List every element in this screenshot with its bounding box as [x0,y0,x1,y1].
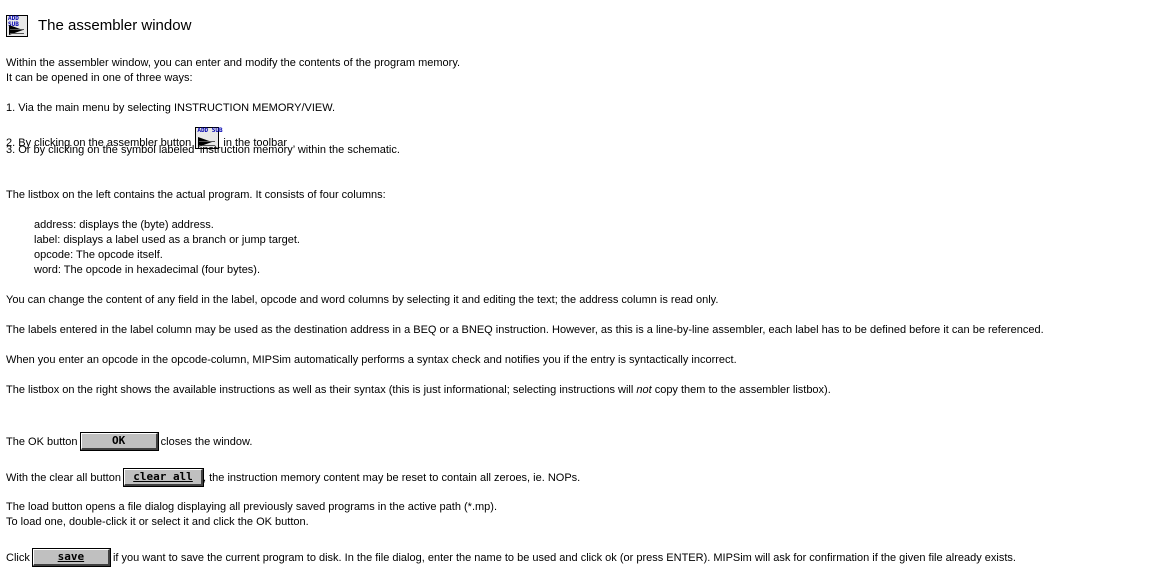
right-listbox-text-before: The listbox on the right shows the avail… [6,384,637,396]
paragraph-load-2: To load one, double-click it or select i… [6,516,309,528]
column-label: label: displays a label used as a branch… [34,234,300,246]
paragraph-clear-all: With the clear all button clear all, the… [6,468,581,487]
intro-line-2: It can be opened in one of three ways: [6,72,193,84]
assembler-icon-label: ADD SUB [197,127,223,134]
assembler-icon: ADD SUB [6,15,28,37]
save-text-before: Click [6,552,33,564]
intro-line-1: Within the assembler window, you can ent… [6,57,461,69]
clear-all-button[interactable]: clear all [123,468,205,487]
right-listbox-emphasis: not [636,384,652,396]
right-listbox-text-after: copy them to the assembler listbox). [651,384,831,396]
page-title: The assembler window [38,17,192,34]
page-header: ADD SUB The assembler window [6,13,191,39]
ok-text-before: The OK button [6,436,81,448]
paragraph-change: You can change the content of any field … [6,294,719,306]
save-text-after: if you want to save the current program … [109,552,1016,564]
ok-text-after: closes the window. [157,436,253,448]
paragraph-right-listbox: The listbox on the right shows the avail… [6,383,831,397]
way-2: 2. By clicking on the assembler button A… [6,127,287,149]
lines-icon [10,29,24,34]
way-1: 1. Via the main menu by selecting INSTRU… [6,102,336,114]
paragraph-labels: The labels entered in the label column m… [6,324,1044,336]
save-button[interactable]: save [31,548,111,567]
paragraph-save: Click save if you want to save the curre… [6,548,1016,567]
column-word: word: The opcode in hexadecimal (four by… [34,264,261,276]
paragraph-load-1: The load button opens a file dialog disp… [6,501,497,513]
clear-text-before: With the clear all button [6,472,125,484]
listbox-intro: The listbox on the left contains the act… [6,189,386,201]
paragraph-syntax: When you enter an opcode in the opcode-c… [6,354,737,366]
column-opcode: opcode: The opcode itself. [34,249,163,261]
column-address: address: displays the (byte) address. [34,219,214,231]
clear-text-after: , the instruction memory content may be … [203,472,581,484]
ok-button[interactable]: OK [79,432,159,451]
paragraph-ok: The OK button OK closes the window. [6,432,253,451]
way-3: 3. Or by clicking on the symbol labeled … [6,144,400,156]
